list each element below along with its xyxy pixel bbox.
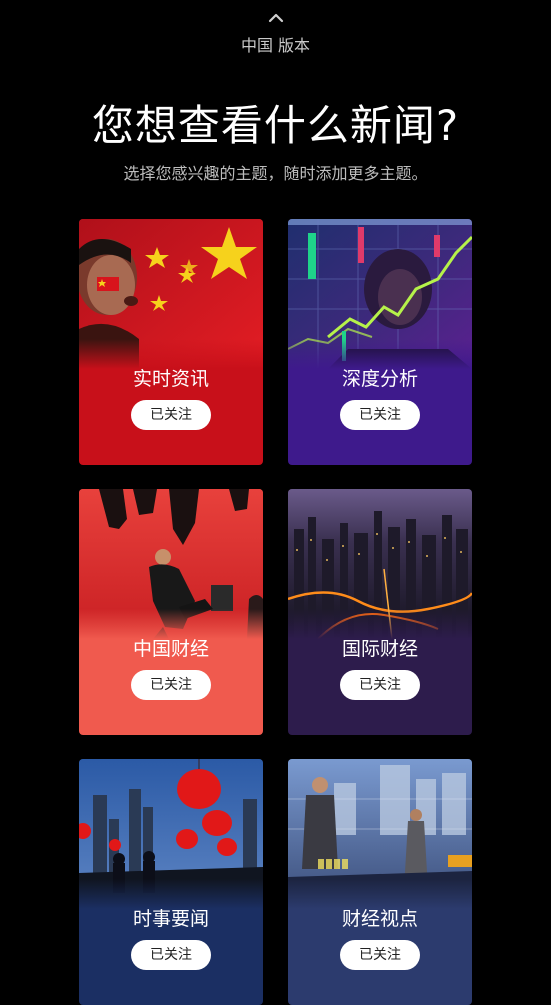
topic-title: 财经视点 bbox=[341, 908, 418, 930]
page-subtitle: 选择您感兴趣的主题，随时添加更多主题。 bbox=[123, 164, 428, 183]
follow-button[interactable]: 已关注 bbox=[340, 940, 420, 970]
follow-button[interactable]: 已关注 bbox=[340, 400, 420, 430]
topic-selection-screen: { "edition": { "chevron_icon": "chevron-… bbox=[0, 0, 551, 1005]
topic-card-international-finance[interactable]: 国际财经 已关注 bbox=[288, 489, 472, 735]
topic-card-current-affairs[interactable]: 时事要闻 已关注 bbox=[79, 759, 263, 1005]
topic-title: 实时资讯 bbox=[132, 368, 209, 390]
follow-button[interactable]: 已关注 bbox=[131, 940, 211, 970]
follow-button[interactable]: 已关注 bbox=[131, 670, 211, 700]
follow-button[interactable]: 已关注 bbox=[340, 670, 420, 700]
chevron-up-icon[interactable] bbox=[264, 10, 288, 26]
edition-label[interactable]: 中国 版本 bbox=[0, 32, 551, 56]
follow-button[interactable]: 已关注 bbox=[131, 400, 211, 430]
edition-selector[interactable]: 中国 版本 bbox=[0, 10, 551, 56]
topic-title: 深度分析 bbox=[341, 368, 418, 390]
topic-card-in-depth-analysis[interactable]: 深度分析 已关注 bbox=[288, 219, 472, 465]
topic-card-china-finance[interactable]: 中国财经 已关注 bbox=[79, 489, 263, 735]
topic-title: 中国财经 bbox=[132, 638, 209, 660]
page-title: 您想查看什么新闻? bbox=[91, 101, 460, 150]
topic-card-finance-viewpoint[interactable]: 财经视点 已关注 bbox=[288, 759, 472, 1005]
topic-card-realtime-news[interactable]: 实时资讯 已关注 bbox=[79, 219, 263, 465]
topic-title: 国际财经 bbox=[341, 638, 418, 660]
topic-title: 时事要闻 bbox=[132, 908, 209, 930]
